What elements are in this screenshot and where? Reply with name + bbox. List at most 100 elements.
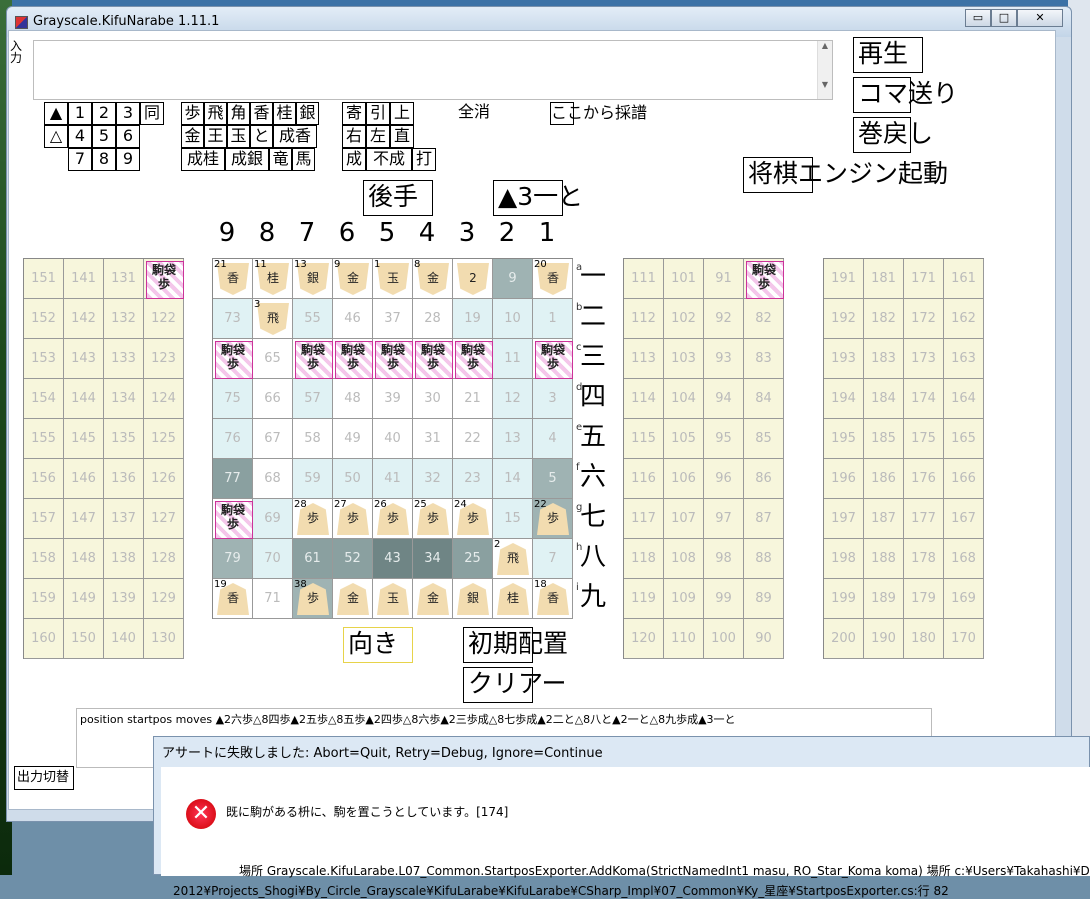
piece-key[interactable]: 竜	[269, 148, 292, 171]
board-square[interactable]: 歩 24	[453, 499, 493, 539]
stand-square[interactable]: 87	[744, 499, 784, 539]
stand-square[interactable]: 175	[904, 419, 944, 459]
stand-square[interactable]: 193	[824, 339, 864, 379]
board-square[interactable]: 12	[493, 379, 533, 419]
stand-square[interactable]: 146	[64, 459, 104, 499]
move-key[interactable]: 寄	[342, 102, 366, 125]
board-square[interactable]: 19	[453, 299, 493, 339]
stand-square[interactable]: 165	[944, 419, 984, 459]
board-square[interactable]: 駒袋 歩	[533, 339, 573, 379]
stand-square[interactable]: 184	[864, 379, 904, 419]
stand-square[interactable]: 123	[144, 339, 184, 379]
board-square[interactable]: 66	[253, 379, 293, 419]
stand-square[interactable]: 84	[744, 379, 784, 419]
stand-square[interactable]: 162	[944, 299, 984, 339]
stand-square[interactable]: 112	[624, 299, 664, 339]
num-key[interactable]: 2	[92, 102, 116, 125]
stand-square[interactable]: 163	[944, 339, 984, 379]
board-square[interactable]: 55	[293, 299, 333, 339]
board-square[interactable]: 駒袋 歩	[373, 339, 413, 379]
board-square[interactable]: 77	[213, 459, 253, 499]
board-square[interactable]: 駒袋 歩	[453, 339, 493, 379]
board-square[interactable]: 金	[413, 579, 453, 619]
board-square[interactable]: 30	[413, 379, 453, 419]
stand-square[interactable]: 127	[144, 499, 184, 539]
num-key[interactable]: 1	[68, 102, 92, 125]
board-square[interactable]: 金8	[413, 259, 453, 299]
stand-square[interactable]: 149	[64, 579, 104, 619]
stand-square[interactable]: 134	[104, 379, 144, 419]
stand-square[interactable]: 116	[624, 459, 664, 499]
stand-square[interactable]: 135	[104, 419, 144, 459]
stand-square[interactable]: 198	[824, 539, 864, 579]
stand-square[interactable]: 115	[624, 419, 664, 459]
stand-square[interactable]: 122	[144, 299, 184, 339]
stand-square[interactable]: 178	[904, 539, 944, 579]
stand-square[interactable]: 142	[64, 299, 104, 339]
stand-square[interactable]: 161	[944, 259, 984, 299]
board-square[interactable]: 玉	[373, 579, 413, 619]
num-key[interactable]: 3	[116, 102, 140, 125]
board-square[interactable]: 7	[533, 539, 573, 579]
stand-square[interactable]: 98	[704, 539, 744, 579]
board-square[interactable]: 香 18	[533, 579, 573, 619]
board-square[interactable]: 玉1	[373, 259, 413, 299]
num-key[interactable]: 5	[92, 125, 116, 148]
stand-square[interactable]: 137	[104, 499, 144, 539]
board-square[interactable]: 2	[453, 259, 493, 299]
stand-square[interactable]: 139	[104, 579, 144, 619]
num-key[interactable]: ▲	[44, 102, 68, 125]
board-square[interactable]: 歩 38	[293, 579, 333, 619]
stand-square[interactable]: 132	[104, 299, 144, 339]
record-from-here-key[interactable]: ここから採譜	[550, 102, 647, 125]
sente-piece-stand[interactable]: 111 101 91 駒袋歩 112 102 92 82 113 103 93 83 114 104 94 8…	[623, 258, 784, 659]
board-square[interactable]: 歩 22	[533, 499, 573, 539]
stand-square[interactable]: 101	[664, 259, 704, 299]
stand-square[interactable]: 114	[624, 379, 664, 419]
board-square[interactable]: 39	[373, 379, 413, 419]
board-square[interactable]: 金9	[333, 259, 373, 299]
stand-square[interactable]: 164	[944, 379, 984, 419]
piece-key[interactable]: 歩	[181, 102, 204, 125]
board-square[interactable]: 駒袋 歩	[213, 339, 253, 379]
stand-square[interactable]: 82	[744, 299, 784, 339]
stand-square[interactable]: 133	[104, 339, 144, 379]
move-key[interactable]: 成	[342, 148, 366, 171]
board-square[interactable]: 50	[333, 459, 373, 499]
board-square[interactable]: 4	[533, 419, 573, 459]
stand-square[interactable]: 145	[64, 419, 104, 459]
board-square[interactable]: 41	[373, 459, 413, 499]
num-key[interactable]: 6	[116, 125, 140, 148]
num-key[interactable]: 4	[68, 125, 92, 148]
stand-square[interactable]: 159	[24, 579, 64, 619]
board-square[interactable]: 香 21	[213, 259, 253, 299]
stand-square[interactable]: 88	[744, 539, 784, 579]
piece-key[interactable]: 成香	[273, 125, 317, 148]
clear-button[interactable]: クリアー	[463, 667, 567, 703]
direction-button[interactable]: 向き	[343, 627, 413, 663]
stand-square[interactable]: 136	[104, 459, 144, 499]
board-square[interactable]: 49	[333, 419, 373, 459]
num-key[interactable]: 7	[68, 148, 92, 171]
stand-square[interactable]: 148	[64, 539, 104, 579]
board-square[interactable]: 桂	[493, 579, 533, 619]
piece-key[interactable]: 角	[227, 102, 250, 125]
stand-square[interactable]: 156	[24, 459, 64, 499]
stand-square[interactable]: 153	[24, 339, 64, 379]
stand-square[interactable]: 167	[944, 499, 984, 539]
stand-square[interactable]: 168	[944, 539, 984, 579]
stand-square[interactable]: 126	[144, 459, 184, 499]
stand-square[interactable]: 93	[704, 339, 744, 379]
initial-position-button[interactable]: 初期配置	[463, 627, 568, 663]
num-key[interactable]: 8	[92, 148, 116, 171]
kifu-input-textbox[interactable]	[33, 40, 833, 100]
board-square[interactable]: 3	[533, 379, 573, 419]
stand-square[interactable]: 129	[144, 579, 184, 619]
board-square[interactable]: 5	[533, 459, 573, 499]
stand-square[interactable]: 130	[144, 619, 184, 659]
board-square[interactable]: 銀 13	[293, 259, 333, 299]
stand-square[interactable]: 158	[24, 539, 64, 579]
board-square[interactable]: 1	[533, 299, 573, 339]
move-key[interactable]: 上	[390, 102, 414, 125]
board-square[interactable]: 31	[413, 419, 453, 459]
